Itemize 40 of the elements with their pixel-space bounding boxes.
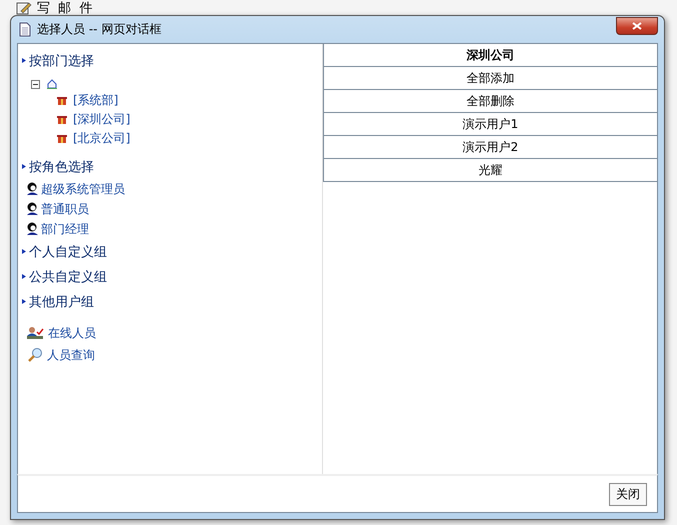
chevron-icon — [22, 249, 26, 254]
table-row[interactable]: 演示用户2 — [323, 135, 657, 158]
document-icon — [19, 22, 31, 37]
search-icon — [27, 347, 43, 363]
table-header: 深圳公司 — [323, 44, 657, 66]
person-icon — [26, 182, 39, 196]
gift-icon — [57, 95, 67, 106]
person-check-icon — [27, 326, 44, 340]
close-icon — [632, 22, 642, 30]
table-row[interactable]: 光耀 — [323, 158, 657, 181]
close-dialog-button[interactable]: 关闭 — [609, 482, 647, 506]
table-row[interactable]: 全部删除 — [323, 89, 657, 112]
person-icon — [26, 202, 39, 216]
department-link[interactable]: [北京公司] — [73, 130, 130, 147]
table-row[interactable]: 全部添加 — [323, 66, 657, 89]
close-button[interactable] — [616, 16, 658, 34]
section-link[interactable]: 按角色选择 — [29, 158, 94, 176]
section-link[interactable]: 按部门选择 — [29, 52, 94, 70]
online-users-link[interactable]: 在线人员 — [48, 324, 96, 342]
section-link[interactable]: 个人自定义组 — [29, 242, 107, 260]
user-search-link[interactable]: 人员查询 — [47, 346, 95, 364]
chevron-icon — [22, 164, 26, 169]
chevron-icon — [22, 58, 26, 63]
role-link[interactable]: 超级系统管理员 — [41, 180, 125, 198]
gift-icon — [57, 133, 67, 144]
house-icon — [47, 79, 57, 89]
window-title: 选择人员 -- 网页对话框 — [37, 21, 162, 38]
person-icon — [26, 222, 39, 236]
chevron-icon — [22, 299, 26, 304]
department-link[interactable]: [系统部] — [73, 92, 118, 109]
role-link[interactable]: 部门经理 — [41, 220, 89, 238]
chevron-icon — [22, 274, 26, 279]
role-link[interactable]: 普通职员 — [41, 200, 89, 218]
gift-icon — [57, 114, 67, 125]
page-title: 写 邮 件 — [37, 0, 94, 16]
table-row[interactable]: 演示用户1 — [323, 112, 657, 135]
section-link[interactable]: 其他用户组 — [29, 292, 94, 310]
tree-toggle[interactable] — [31, 80, 40, 88]
department-link[interactable]: [深圳公司] — [73, 111, 130, 128]
section-link[interactable]: 公共自定义组 — [29, 268, 107, 286]
